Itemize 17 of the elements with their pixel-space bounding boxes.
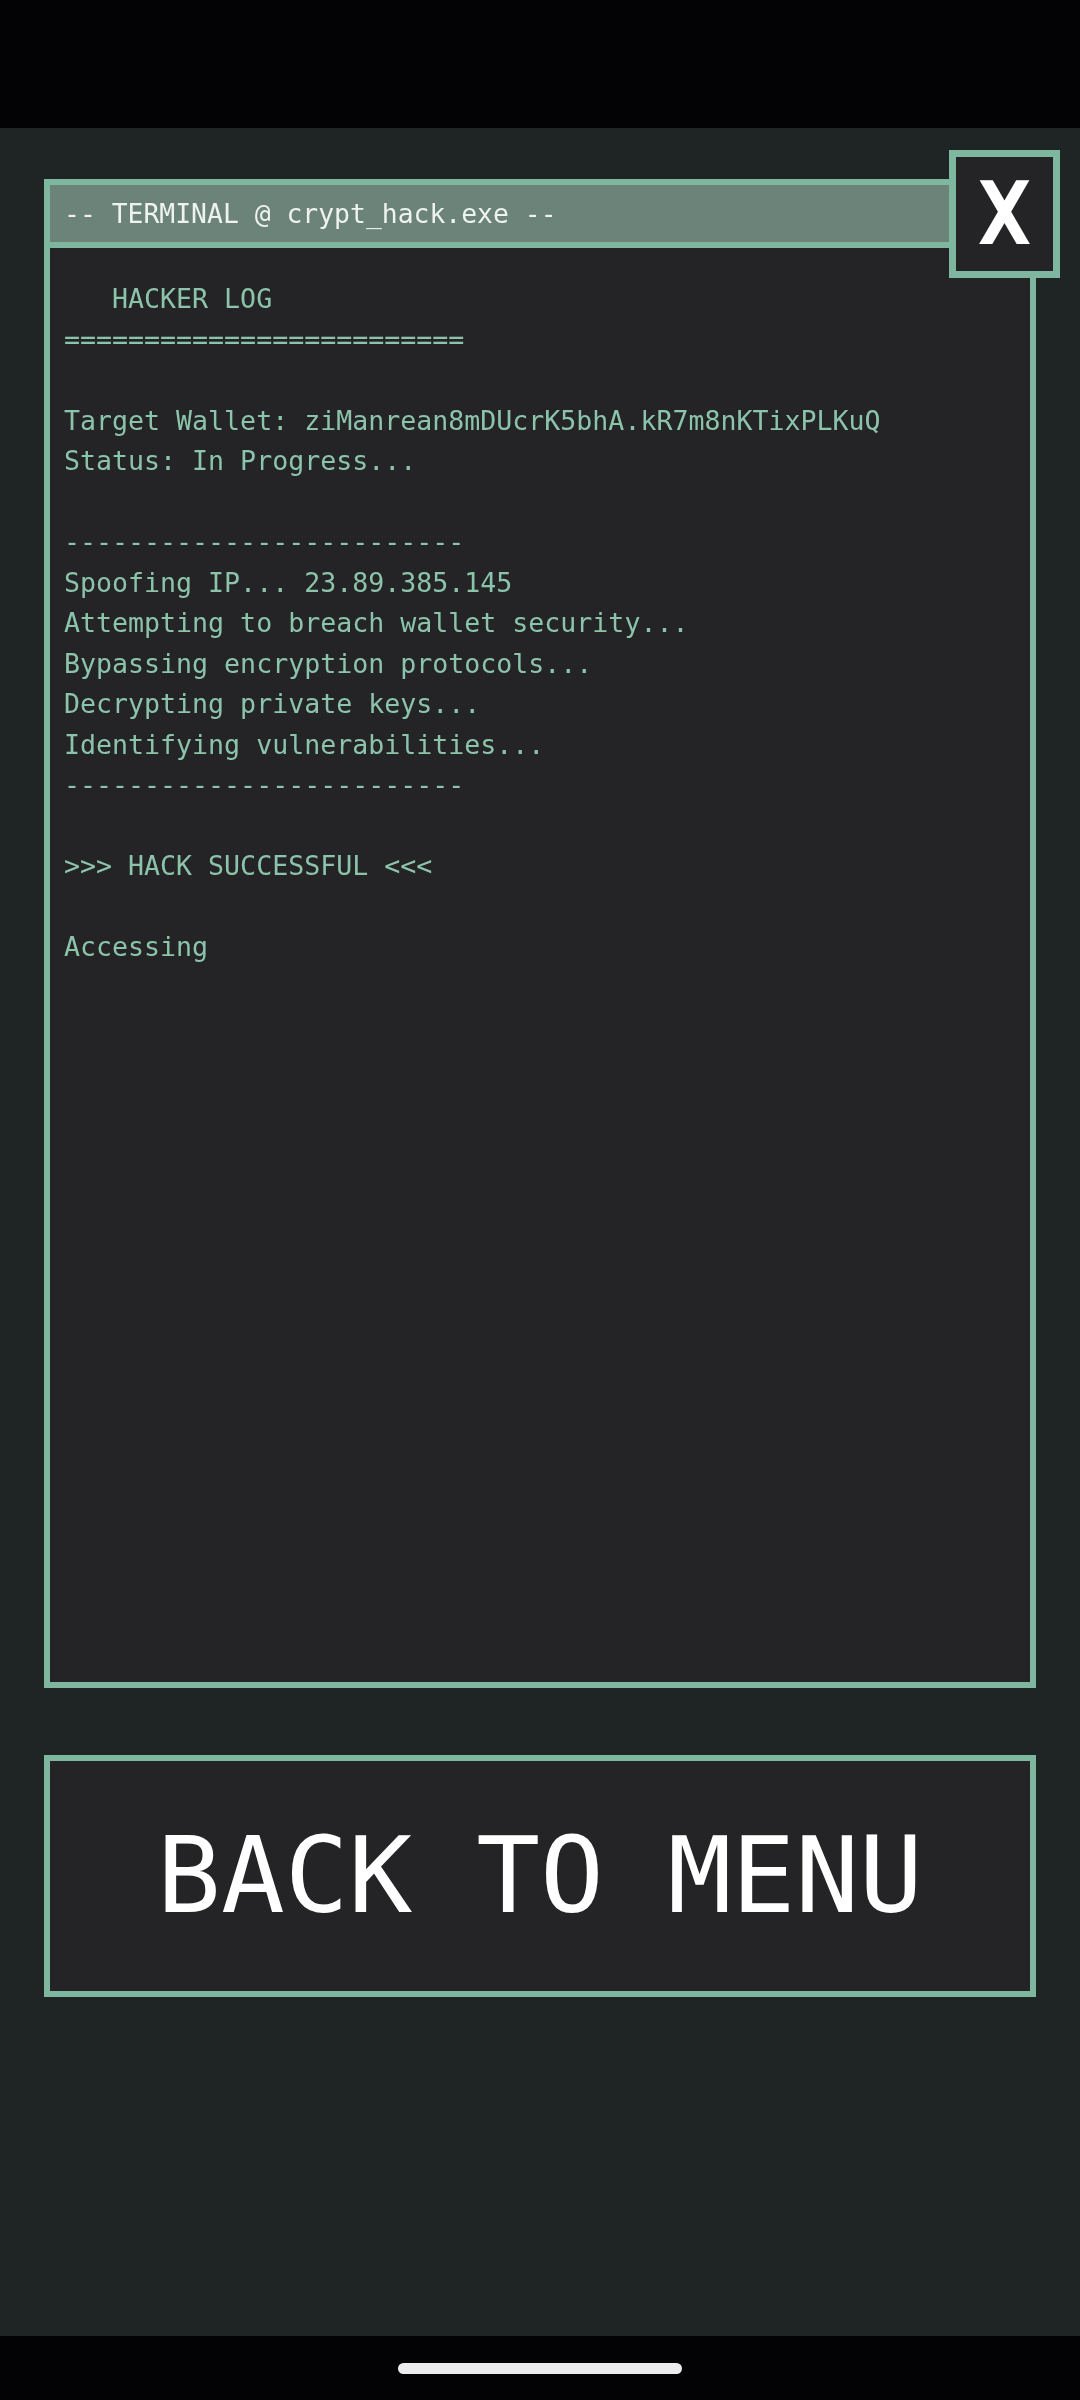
log-heading: HACKER LOG: [112, 282, 273, 316]
log-line: Attempting to breach wallet security...: [64, 606, 689, 640]
log-line: Identifying vulnerabilities...: [64, 727, 545, 762]
log-line: Decrypting private keys...: [64, 687, 481, 721]
log-line: -------------------------: [64, 525, 465, 559]
back-to-menu-button[interactable]: BACK TO MENU: [44, 1755, 1036, 1997]
close-button[interactable]: X: [949, 150, 1060, 278]
log-line: Accessing: [64, 930, 209, 964]
log-line: >>> HACK SUCCESSFUL <<<: [64, 849, 433, 883]
log-line: -------------------------: [64, 768, 465, 802]
log-rule: =========================: [64, 322, 465, 357]
log-line: Spoofing IP... 23.89.385.145: [64, 565, 513, 600]
home-indicator[interactable]: [398, 2362, 682, 2374]
log-line: Status: In Progress...: [64, 444, 417, 478]
log-line: Bypassing encryption protocols...: [64, 646, 593, 681]
window-title: -- TERMINAL @ crypt_hack.exe --: [64, 198, 557, 229]
log-line: Target Wallet: ziManrean8mDUcrK5bhA.kR7m8nKTixPLKuQ: [64, 403, 881, 438]
